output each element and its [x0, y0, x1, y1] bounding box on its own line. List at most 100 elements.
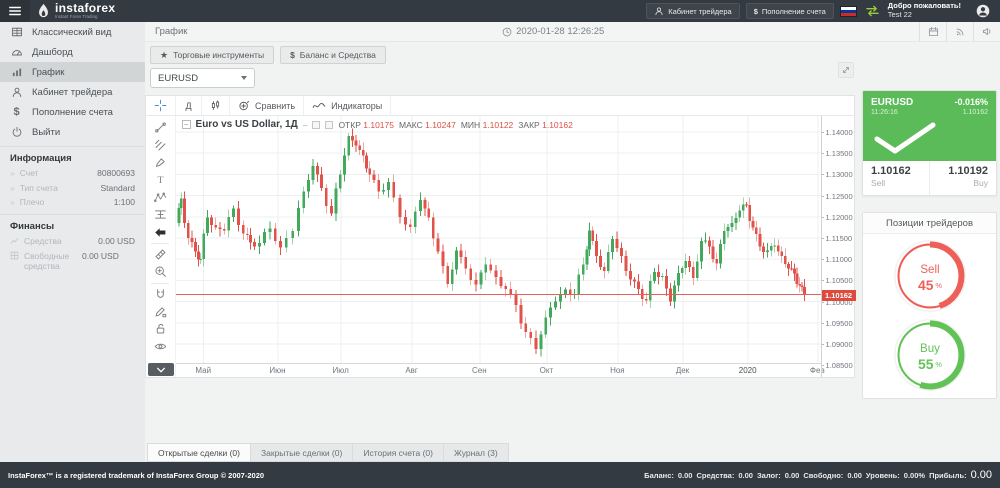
top-navbar: instaforex Instant Forex Trading Кабинет… — [0, 0, 1000, 22]
deposit-button[interactable]: $ Пополнение счета — [746, 3, 834, 19]
quote-card[interactable]: EURUSD -0.016% 11:26:16 1.10162 1.10162 … — [862, 90, 997, 196]
quote-change: -0.016% — [954, 97, 988, 107]
free-margin-value: 0.00 USD — [82, 251, 119, 262]
lock-all-tool[interactable] — [149, 320, 171, 337]
page-header: График 2020-01-28 12:26:25 — [145, 22, 1000, 42]
pattern-tool[interactable] — [149, 189, 171, 206]
tab-journal[interactable]: Журнал (3) — [444, 443, 509, 462]
indicators-button[interactable]: Индикаторы — [304, 96, 391, 115]
candlestick-icon — [210, 99, 221, 112]
sidebar-item-cabinet[interactable]: Кабинет трейдера — [0, 82, 145, 102]
buy-gauge-label: Buy — [920, 343, 940, 355]
collapse-toolbar-button[interactable] — [148, 363, 174, 376]
sidebar-item-label: Выйти — [32, 127, 60, 138]
position-tool[interactable] — [149, 206, 171, 223]
price-axis-label: 1.14000 — [826, 128, 853, 137]
finance-row-equity: Средства 0.00 USD — [0, 234, 145, 249]
ohlc-close: ЗАКР 1.10162 — [518, 120, 573, 130]
hide-drawings-tool[interactable] — [149, 338, 171, 355]
measure-tool[interactable] — [149, 246, 171, 263]
buy-gauge: Buy 55% — [893, 318, 967, 392]
balance-funds-button[interactable]: $ Баланс и Средства — [280, 46, 386, 64]
pitchfork-tool[interactable] — [149, 136, 171, 153]
finance-section-title: Финансы — [0, 214, 145, 234]
time-axis-label: Июл — [333, 366, 349, 375]
legend-dash: – — [303, 120, 308, 130]
legend-visibility-icon[interactable] — [312, 121, 320, 129]
time-axis-label: Сен — [472, 366, 487, 375]
sell-gauge-value: 45% — [918, 277, 942, 293]
time-axis-label: Авг — [405, 366, 418, 375]
welcome-block: Добро пожаловать! Test 22 — [888, 2, 961, 19]
sidebar-item-deposit[interactable]: $ Пополнение счета — [0, 102, 145, 122]
time-axis-label: Окт — [540, 366, 553, 375]
brand-logo[interactable]: instaforex Instant Forex Trading — [30, 0, 125, 22]
server-datetime: 2020-01-28 12:26:25 — [187, 26, 919, 37]
grid-icon — [10, 26, 23, 38]
buy-quote-button[interactable]: 1.10192 Buy — [929, 161, 996, 195]
price-axis-label: 1.12000 — [826, 213, 853, 222]
drawing-mode-lock-tool[interactable] — [149, 303, 171, 320]
time-axis[interactable]: МайИюнИюлАвгСенОктНояДек2020Фев — [176, 363, 821, 377]
exchange-arrows-icon[interactable] — [865, 5, 880, 17]
compare-icon — [238, 100, 250, 112]
brush-tool[interactable] — [149, 154, 171, 171]
account-type: Standard — [101, 183, 136, 194]
sell-quote-button[interactable]: 1.10162 Sell — [863, 161, 929, 195]
chart-toolbar: Д Сравнить Индикаторы — [146, 96, 854, 116]
language-flag-ru[interactable] — [840, 6, 857, 17]
chevron-down-icon — [156, 366, 166, 374]
price-axis-label: 1.11500 — [826, 234, 853, 243]
dollar-icon: $ — [10, 106, 23, 118]
app-window: instaforex Instant Forex Trading Кабинет… — [0, 0, 1000, 488]
sidebar-item-dashboard[interactable]: Дашборд — [0, 42, 145, 62]
legend-settings-icon[interactable] — [325, 121, 333, 129]
crosshair-tool-button[interactable] — [146, 96, 176, 115]
trend-line-tool[interactable] — [149, 119, 171, 136]
time-axis-label: 2020 — [739, 366, 757, 375]
trading-instruments-button[interactable]: ★ Торговые инструменты — [150, 46, 274, 64]
breadcrumb: График — [145, 26, 187, 37]
announcements-button[interactable] — [973, 22, 1000, 42]
sidebar-item-logout[interactable]: Выйти — [0, 122, 145, 142]
tab-closed-trades[interactable]: Закрытые сделки (0) — [251, 443, 353, 462]
instaforex-flame-icon — [36, 3, 51, 19]
arrow-tool[interactable] — [149, 223, 171, 240]
ohlc-high: МАКС 1.10247 — [399, 120, 456, 130]
user-avatar[interactable] — [975, 4, 990, 19]
trading-instruments-label: Торговые инструменты — [173, 50, 264, 60]
calendar-button[interactable] — [919, 22, 946, 42]
sidebar-item-classic-view[interactable]: Классический вид — [0, 22, 145, 42]
symbol-select-value: EURUSD — [158, 73, 198, 84]
tab-account-history[interactable]: История счета (0) — [353, 443, 444, 462]
profit-value: 0.00 — [971, 469, 992, 481]
sidebar-item-label: График — [32, 67, 64, 78]
sell-price: 1.10162 — [871, 165, 921, 177]
star-icon: ★ — [160, 50, 168, 61]
chart-container: Д Сравнить Индикаторы — [145, 95, 855, 378]
symbol-select[interactable]: EURUSD — [150, 68, 255, 88]
person-icon — [654, 6, 664, 16]
price-axis[interactable]: 1.140001.135001.130001.125001.120001.115… — [821, 116, 854, 377]
sidebar-item-chart[interactable]: График — [0, 62, 145, 82]
tab-open-trades[interactable]: Открытые сделки (0) — [147, 443, 251, 462]
text-tool[interactable]: T — [149, 171, 171, 188]
menu-toggle-button[interactable] — [0, 0, 30, 22]
toolbar-separator — [151, 243, 169, 244]
legend-collapse-icon[interactable]: − — [182, 120, 191, 129]
news-feed-button[interactable] — [946, 22, 973, 42]
zoom-in-tool[interactable] — [149, 263, 171, 280]
compare-button[interactable]: Сравнить — [230, 96, 304, 115]
chart-style-button[interactable] — [202, 96, 230, 115]
symbol-row: EURUSD — [150, 68, 255, 88]
mini-chart-icon — [10, 236, 19, 247]
trader-cabinet-button[interactable]: Кабинет трейдера — [646, 3, 739, 19]
magnet-tool[interactable] — [149, 286, 171, 303]
logo-text: instaforex — [55, 2, 115, 14]
dollar-icon: $ — [754, 7, 758, 16]
timeframe-button[interactable]: Д — [176, 96, 202, 115]
fullscreen-toggle-button[interactable] — [838, 62, 854, 78]
leverage-value: 1:100 — [114, 197, 135, 208]
person-icon — [10, 86, 23, 98]
chart-plot-area[interactable]: − Euro vs US Dollar, 1Д – ОТКР 1.10175 М… — [176, 116, 821, 363]
